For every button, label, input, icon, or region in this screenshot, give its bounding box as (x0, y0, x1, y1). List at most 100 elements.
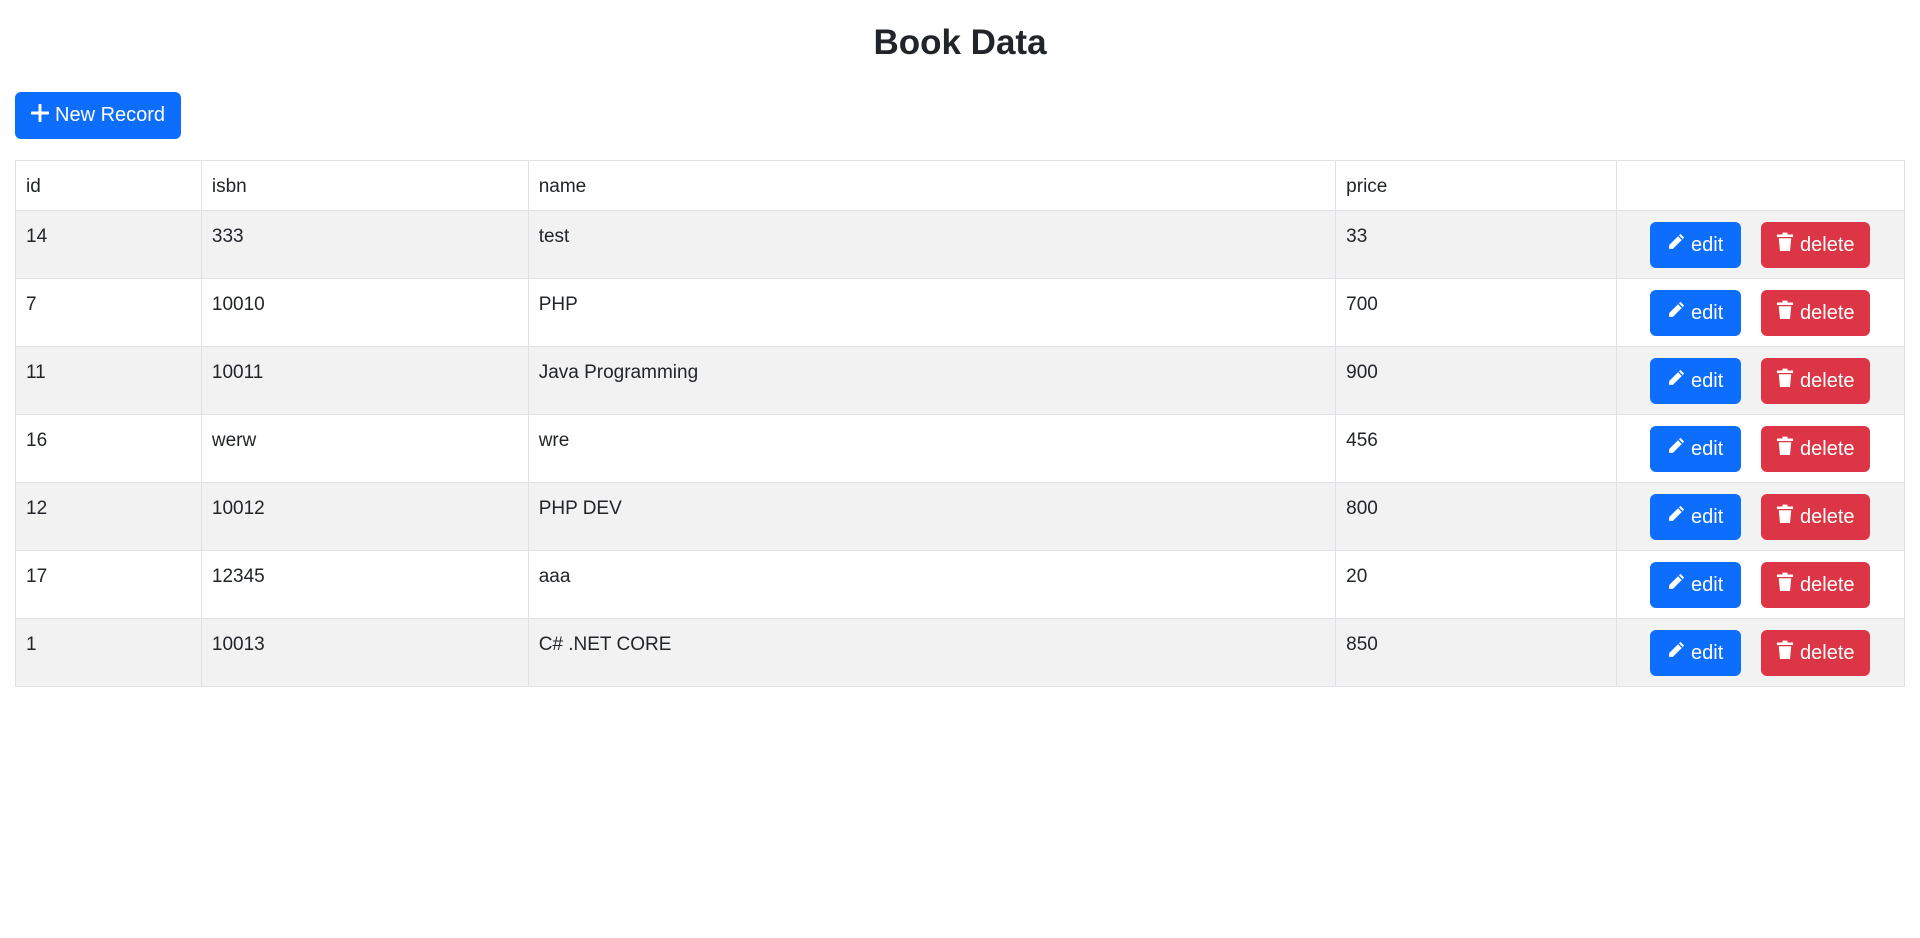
header-row: id isbn name price (15, 160, 1905, 211)
table-row: 7 10010 PHP 700 edit delete (15, 278, 1905, 347)
table-row: 12 10012 PHP DEV 800 edit delete (15, 482, 1905, 551)
page: Book Data New Record id isbn name price … (0, 0, 1920, 938)
cell-name: wre (527, 414, 1337, 483)
row-actions: edit delete (1650, 630, 1904, 676)
delete-label: delete (1800, 301, 1855, 324)
edit-label: edit (1691, 505, 1724, 528)
cell-name: aaa (527, 550, 1337, 619)
delete-label: delete (1800, 437, 1855, 460)
edit-label: edit (1691, 641, 1724, 664)
cell-id: 7 (15, 278, 202, 347)
pencil-icon (1666, 300, 1686, 326)
column-header-id: id (15, 160, 202, 211)
cell-isbn: 10011 (200, 346, 529, 415)
edit-label: edit (1691, 233, 1724, 256)
cell-isbn: 333 (200, 210, 529, 279)
delete-button[interactable]: delete (1761, 358, 1870, 404)
new-record-button[interactable]: New Record (15, 92, 182, 139)
cell-name: Java Programming (527, 346, 1337, 415)
edit-button[interactable]: edit (1650, 290, 1741, 336)
edit-button[interactable]: edit (1650, 222, 1741, 268)
cell-id: 12 (15, 482, 202, 551)
column-header-name: name (527, 160, 1337, 211)
cell-isbn: 12345 (200, 550, 529, 619)
row-actions: edit delete (1650, 426, 1904, 472)
cell-name: PHP DEV (527, 482, 1337, 551)
edit-button[interactable]: edit (1650, 630, 1741, 676)
column-header-actions (1616, 160, 1905, 211)
delete-button[interactable]: delete (1761, 630, 1870, 676)
delete-button[interactable]: delete (1761, 290, 1870, 336)
cell-actions: edit delete (1616, 482, 1905, 551)
pencil-icon (1666, 504, 1686, 530)
cell-price: 900 (1335, 346, 1617, 415)
cell-price: 33 (1335, 210, 1617, 279)
edit-label: edit (1691, 301, 1724, 324)
delete-button[interactable]: delete (1761, 222, 1870, 268)
cell-name: test (527, 210, 1337, 279)
table-row: 1 10013 C# .NET CORE 850 edit delete (15, 618, 1905, 687)
cell-price: 20 (1335, 550, 1617, 619)
plus-icon (30, 103, 50, 128)
trash-icon (1775, 504, 1795, 530)
cell-id: 11 (15, 346, 202, 415)
column-header-price: price (1335, 160, 1617, 211)
pencil-icon (1666, 640, 1686, 666)
edit-button[interactable]: edit (1650, 426, 1741, 472)
table-row: 11 10011 Java Programming 900 edit delete (15, 346, 1905, 415)
edit-label: edit (1691, 573, 1724, 596)
cell-actions: edit delete (1616, 550, 1905, 619)
pencil-icon (1666, 436, 1686, 462)
table-header: id isbn name price (15, 160, 1905, 211)
cell-name: PHP (527, 278, 1337, 347)
delete-label: delete (1800, 233, 1855, 256)
pencil-icon (1666, 368, 1686, 394)
delete-button[interactable]: delete (1761, 562, 1870, 608)
cell-price: 456 (1335, 414, 1617, 483)
trash-icon (1775, 640, 1795, 666)
delete-button[interactable]: delete (1761, 494, 1870, 540)
row-actions: edit delete (1650, 222, 1904, 268)
cell-name: C# .NET CORE (527, 618, 1337, 687)
row-actions: edit delete (1650, 562, 1904, 608)
pencil-icon (1666, 232, 1686, 258)
cell-actions: edit delete (1616, 278, 1905, 347)
cell-isbn: 10013 (200, 618, 529, 687)
cell-isbn: 10012 (200, 482, 529, 551)
row-actions: edit delete (1650, 290, 1904, 336)
cell-price: 800 (1335, 482, 1617, 551)
trash-icon (1775, 232, 1795, 258)
delete-button[interactable]: delete (1761, 426, 1870, 472)
row-actions: edit delete (1650, 494, 1904, 540)
edit-label: edit (1691, 437, 1724, 460)
table-row: 16 werw wre 456 edit delete (15, 414, 1905, 483)
cell-actions: edit delete (1616, 346, 1905, 415)
cell-id: 16 (15, 414, 202, 483)
cell-isbn: 10010 (200, 278, 529, 347)
cell-price: 700 (1335, 278, 1617, 347)
page-title: Book Data (873, 23, 1047, 62)
delete-label: delete (1800, 641, 1855, 664)
trash-icon (1775, 368, 1795, 394)
trash-icon (1775, 436, 1795, 462)
edit-button[interactable]: edit (1650, 358, 1741, 404)
cell-actions: edit delete (1616, 210, 1905, 279)
cell-isbn: werw (200, 414, 529, 483)
table-row: 17 12345 aaa 20 edit delete (15, 550, 1905, 619)
cell-id: 14 (15, 210, 202, 279)
cell-price: 850 (1335, 618, 1617, 687)
table-row: 14 333 test 33 edit delete (15, 210, 1905, 279)
pencil-icon (1666, 572, 1686, 598)
delete-label: delete (1800, 573, 1855, 596)
column-header-isbn: isbn (200, 160, 529, 211)
edit-button[interactable]: edit (1650, 494, 1741, 540)
table-body: 14 333 test 33 edit delete 7 10010 PHP 700 edit del… (15, 210, 1905, 687)
cell-actions: edit delete (1616, 414, 1905, 483)
delete-label: delete (1800, 369, 1855, 392)
book-table: id isbn name price 14 333 test 33 edit delete… (15, 160, 1905, 687)
trash-icon (1775, 300, 1795, 326)
cell-actions: edit delete (1616, 618, 1905, 687)
edit-button[interactable]: edit (1650, 562, 1741, 608)
row-actions: edit delete (1650, 358, 1904, 404)
cell-id: 17 (15, 550, 202, 619)
